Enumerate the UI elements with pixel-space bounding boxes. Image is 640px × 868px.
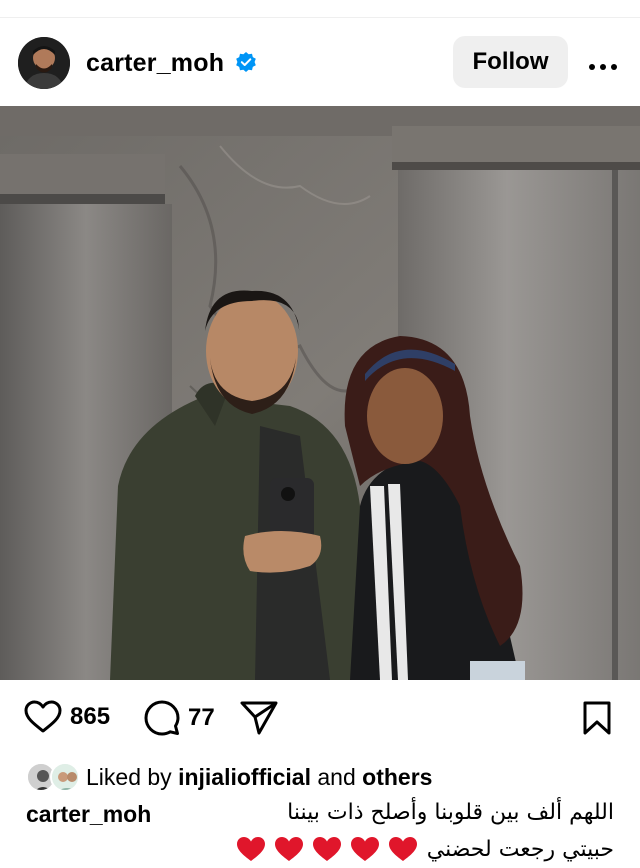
verified-badge-icon — [235, 51, 257, 73]
liked-by-others[interactable]: others — [362, 764, 432, 791]
more-options-icon[interactable] — [588, 58, 618, 70]
like-count[interactable]: 865 — [70, 703, 110, 731]
heart-outline-icon[interactable] — [24, 700, 62, 734]
red-heart-emoji-icon — [274, 837, 303, 861]
post-username[interactable]: carter_moh — [86, 49, 224, 78]
liked-by-row[interactable]: Liked by injialiofficial and others — [26, 760, 432, 794]
save-action[interactable] — [582, 700, 612, 736]
post-image — [0, 106, 640, 680]
caption-text-line2: حبيتي رجعت لحضني — [235, 832, 614, 866]
comment-action[interactable]: 77 — [144, 700, 215, 736]
red-heart-emoji-icon — [388, 837, 417, 861]
like-action[interactable]: 865 — [24, 700, 110, 734]
bookmark-icon[interactable] — [582, 700, 612, 736]
red-heart-emoji-icon — [350, 837, 379, 861]
red-heart-emoji-icon — [312, 837, 341, 861]
liked-by-and: and — [310, 763, 363, 790]
liker-avatar — [50, 762, 80, 792]
comment-count[interactable]: 77 — [188, 704, 215, 732]
avatar[interactable] — [18, 37, 70, 89]
comment-icon[interactable] — [144, 700, 180, 736]
liked-by-prefix: Liked by — [86, 763, 179, 790]
share-action[interactable] — [240, 700, 278, 736]
post-photo[interactable] — [0, 106, 640, 680]
caption-hearts — [235, 835, 419, 863]
liked-by-user[interactable]: injialiofficial — [178, 764, 311, 791]
post-header: carter_moh Follow — [0, 18, 640, 106]
caption-text-line1: اللهم ألف بين قلوبنا وأصلح ذات بيننا — [287, 800, 614, 825]
follow-button[interactable]: Follow — [453, 36, 568, 88]
action-bar: 865 77 — [0, 680, 640, 760]
caption-username[interactable]: carter_moh — [26, 801, 151, 828]
red-heart-emoji-icon — [236, 837, 265, 861]
caption-text: حبيتي رجعت لحضني — [426, 836, 614, 862]
send-icon[interactable] — [240, 700, 278, 736]
liker-avatars — [26, 762, 82, 792]
avatar-image — [18, 37, 70, 89]
status-strip — [0, 0, 640, 18]
